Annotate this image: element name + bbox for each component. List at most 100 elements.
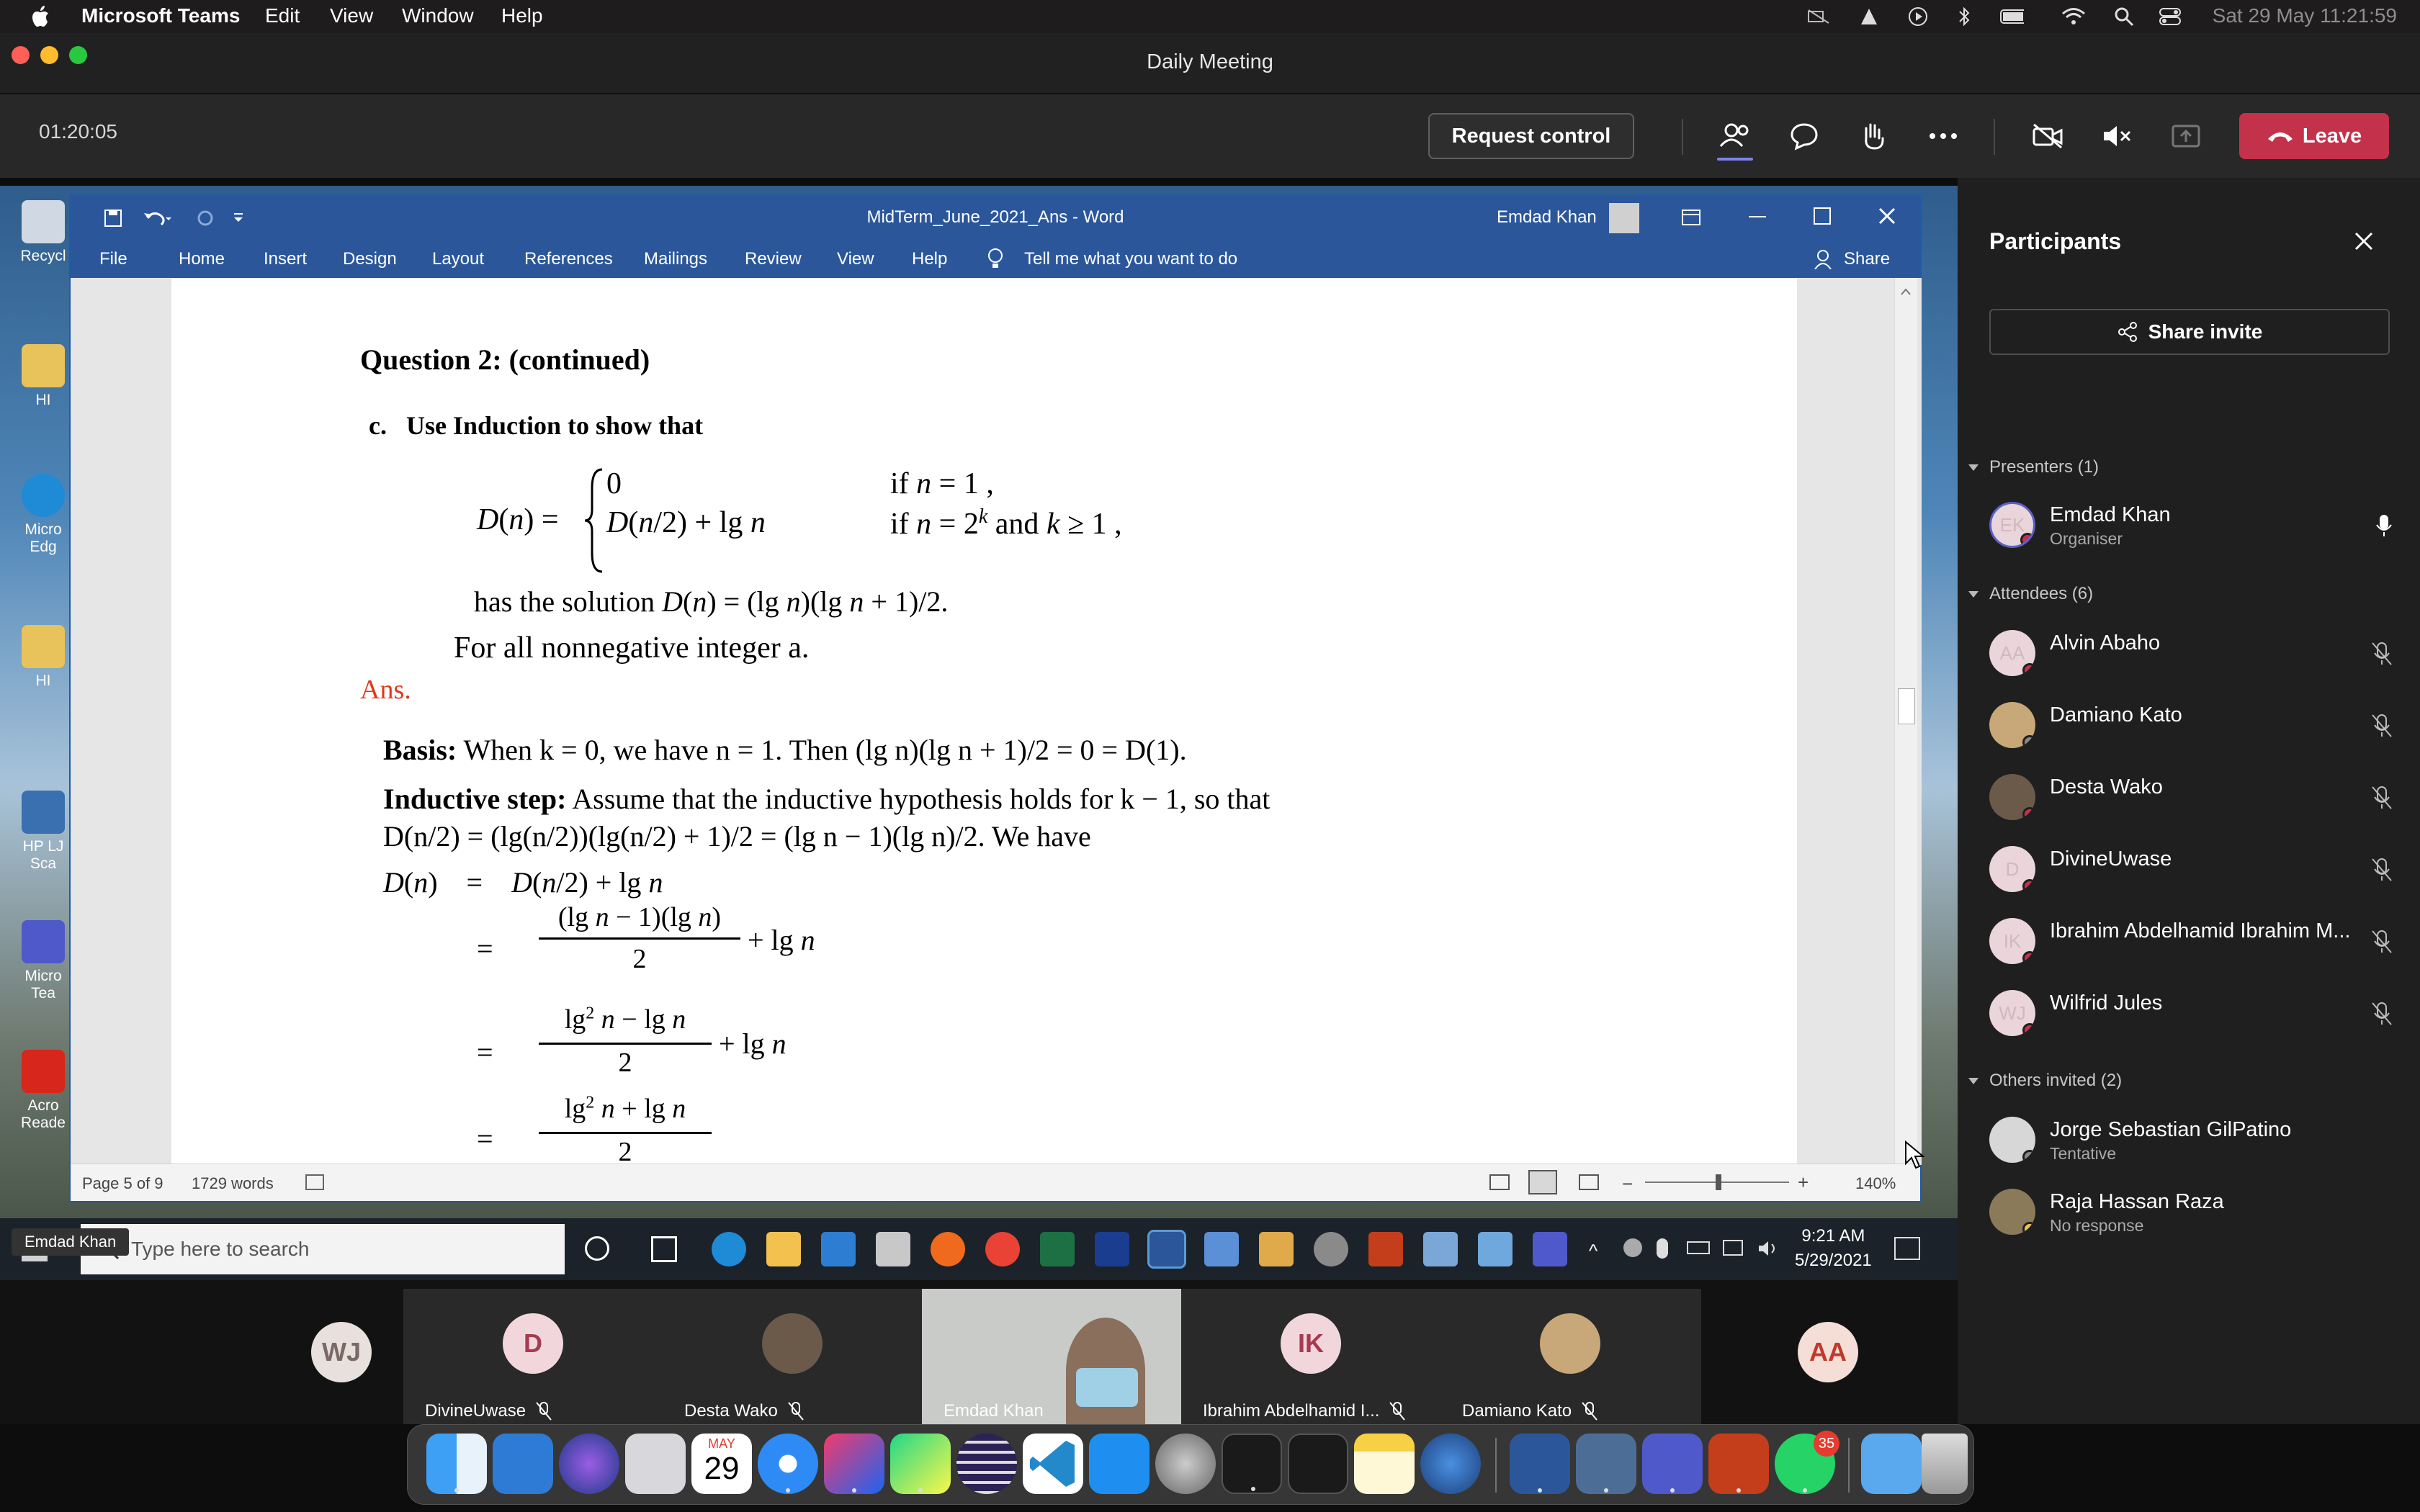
taskbar-search-box[interactable]: Type here to search xyxy=(81,1224,565,1274)
app-store-icon[interactable] xyxy=(1089,1434,1150,1494)
participant-row-wilfrid-jules[interactable]: WJ Wilfrid Jules xyxy=(1989,984,2393,1042)
powerpoint-dock-icon[interactable] xyxy=(1708,1434,1769,1494)
vscode-icon[interactable] xyxy=(1023,1434,1083,1494)
gallery-tile-desta-wako[interactable]: Desta Wako xyxy=(663,1289,923,1424)
tray-overflow-icon[interactable]: ^ xyxy=(1589,1240,1597,1262)
word-close-icon[interactable] xyxy=(1877,206,1897,226)
word-minimize-icon[interactable] xyxy=(1749,216,1766,217)
tab-help[interactable]: Help xyxy=(912,249,947,269)
tray-app-icon[interactable] xyxy=(1623,1238,1642,1257)
participant-row-jorge[interactable]: Jorge Sebastian GilPatino Tentative xyxy=(1989,1111,2393,1169)
calendar-icon[interactable]: MAY 29 xyxy=(691,1434,752,1494)
ribbon-display-options-icon[interactable] xyxy=(1681,209,1701,226)
excel-icon[interactable] xyxy=(1040,1232,1075,1266)
word-taskbar-icon[interactable] xyxy=(1147,1230,1186,1269)
control-center-icon[interactable] xyxy=(2158,4,2182,29)
gallery-tile-damiano-kato[interactable]: Damiano Kato xyxy=(1440,1289,1701,1424)
terminal-icon[interactable] xyxy=(1222,1434,1282,1494)
play-icon[interactable] xyxy=(1906,4,1930,29)
status-word-count[interactable]: 1729 words xyxy=(192,1174,274,1193)
gallery-tile-ibrahim[interactable]: IK Ibrahim Abdelhamid I... xyxy=(1181,1289,1442,1424)
tab-insert[interactable]: Insert xyxy=(264,249,307,269)
vpn-app-icon[interactable] xyxy=(1095,1232,1129,1266)
bluetooth-icon[interactable] xyxy=(1952,4,1976,29)
remote-desktop-icon[interactable] xyxy=(1478,1232,1512,1266)
desktop-icon-recycle-bin[interactable]: Recycl xyxy=(14,200,72,265)
gallery-avatar-aa[interactable]: AA xyxy=(1798,1322,1858,1382)
menubar-clock[interactable]: Sat 29 May 11:21:59 xyxy=(2213,4,2397,27)
menubar-app-name[interactable]: Microsoft Teams xyxy=(81,4,240,27)
teams-taskbar-icon[interactable] xyxy=(1533,1232,1567,1266)
word-share-button[interactable]: Share xyxy=(1844,249,1890,269)
tab-layout[interactable]: Layout xyxy=(432,249,484,269)
teams-dock-icon[interactable] xyxy=(1642,1434,1703,1494)
menu-window[interactable]: Window xyxy=(402,4,474,27)
camera-off-icon[interactable] xyxy=(2027,116,2068,156)
vpn-icon[interactable] xyxy=(1857,4,1881,29)
more-options-icon[interactable] xyxy=(1923,116,1963,156)
edge-icon[interactable] xyxy=(712,1232,746,1266)
tab-mailings[interactable]: Mailings xyxy=(644,249,707,269)
desktop-icon-acrobat[interactable]: Acro Reade xyxy=(14,1050,72,1132)
menu-view[interactable]: View xyxy=(330,4,373,27)
participant-row-damiano-kato[interactable]: Damiano Kato xyxy=(1989,696,2393,754)
status-page[interactable]: Page 5 of 9 xyxy=(82,1174,163,1193)
read-mode-icon[interactable] xyxy=(1489,1174,1510,1190)
desktop-icon-edge[interactable]: Micro Edg xyxy=(14,474,72,556)
tab-references[interactable]: References xyxy=(524,249,613,269)
whatsapp-icon[interactable]: 35 xyxy=(1775,1431,1839,1494)
attendees-section-header[interactable]: Attendees (6) xyxy=(1968,584,2093,604)
word-dock-icon[interactable] xyxy=(1510,1434,1570,1494)
notepad-icon[interactable] xyxy=(1423,1232,1458,1266)
file-explorer-icon[interactable] xyxy=(766,1232,801,1266)
system-preferences-icon[interactable] xyxy=(1155,1434,1216,1494)
powerpoint-icon[interactable] xyxy=(1368,1232,1403,1266)
tab-home[interactable]: Home xyxy=(179,249,225,269)
settings-icon[interactable] xyxy=(1314,1232,1348,1266)
user-avatar-icon[interactable] xyxy=(1609,203,1639,233)
tray-battery-icon[interactable] xyxy=(1687,1241,1710,1254)
files-icon[interactable] xyxy=(493,1434,553,1494)
raise-hand-icon[interactable] xyxy=(1853,116,1894,156)
menu-help[interactable]: Help xyxy=(501,4,543,27)
participant-row-divineuwase[interactable]: D DivineUwase xyxy=(1989,840,2393,898)
participant-row-ibrahim[interactable]: IK Ibrahim Abdelhamid Ibrahim M... xyxy=(1989,912,2393,970)
zoom-level[interactable]: 140% xyxy=(1855,1174,1896,1193)
chrome-icon[interactable] xyxy=(985,1232,1020,1266)
downloads-folder-icon[interactable] xyxy=(1861,1434,1922,1494)
apple-menu-icon[interactable] xyxy=(30,5,50,28)
store-icon[interactable] xyxy=(876,1232,910,1266)
camera-off-status-icon[interactable] xyxy=(1806,4,1831,29)
proofing-icon[interactable] xyxy=(305,1174,324,1190)
zoom-in-icon[interactable]: + xyxy=(1798,1171,1809,1194)
share-tray-icon[interactable] xyxy=(2166,116,2206,156)
vertical-scrollbar[interactable] xyxy=(1894,278,1917,1165)
scroll-up-icon[interactable] xyxy=(1899,285,1912,298)
remote-desktop-dock-icon[interactable] xyxy=(1576,1434,1636,1494)
task-view-icon[interactable] xyxy=(651,1236,677,1262)
trash-icon[interactable] xyxy=(1922,1434,1968,1494)
participants-icon[interactable] xyxy=(1715,116,1755,156)
gallery-tile-divineuwase[interactable]: D DivineUwase xyxy=(403,1289,664,1424)
pycharm-icon[interactable] xyxy=(890,1434,951,1494)
intellij-icon[interactable] xyxy=(824,1434,884,1494)
others-invited-section-header[interactable]: Others invited (2) xyxy=(1968,1071,2122,1091)
tray-mic-icon[interactable] xyxy=(1657,1238,1668,1259)
leave-button[interactable]: Leave xyxy=(2239,113,2389,159)
close-panel-icon[interactable] xyxy=(2354,231,2374,251)
mail-icon[interactable] xyxy=(821,1232,856,1266)
scroll-thumb[interactable] xyxy=(1898,688,1915,724)
taskbar-clock[interactable]: 9:21 AM 5/29/2021 xyxy=(1795,1224,1872,1273)
participant-row-emdad-khan[interactable]: EK Emdad Khan Organiser xyxy=(1989,496,2393,554)
tab-review[interactable]: Review xyxy=(745,249,802,269)
desktop-icon-folder-2[interactable]: HI xyxy=(14,625,72,690)
desktop-icon-hp-scan[interactable]: HP LJ Sca xyxy=(14,791,72,873)
tray-volume-icon[interactable] xyxy=(1757,1238,1779,1259)
zoom-out-icon[interactable]: − xyxy=(1622,1173,1633,1195)
firefox-icon[interactable] xyxy=(931,1232,965,1266)
spotlight-search-icon[interactable] xyxy=(2112,4,2136,29)
wifi-icon[interactable] xyxy=(2061,4,2086,29)
battery-icon[interactable] xyxy=(1999,4,2024,29)
cortana-icon[interactable] xyxy=(585,1236,609,1261)
notification-center-icon[interactable] xyxy=(1894,1237,1920,1260)
